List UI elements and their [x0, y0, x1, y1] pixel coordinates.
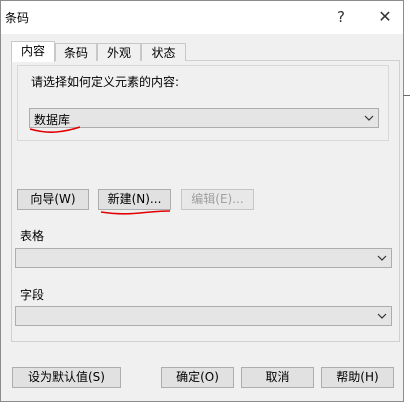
content-source-prompt: 请选择如何定义元素的内容: — [31, 75, 180, 89]
barcode-dialog: 条码 ? ✕ 内容 条码 外观 状态 请选择如何定义元素的内容: 数据库 向导(… — [0, 0, 404, 402]
window-title: 条码 — [5, 11, 30, 25]
wizard-button[interactable]: 向导(W) — [17, 189, 89, 210]
new-button[interactable]: 新建(N)... — [98, 189, 171, 210]
table-select[interactable] — [15, 248, 392, 268]
help-icon[interactable]: ? — [330, 6, 352, 28]
background-edge — [403, 95, 410, 96]
help-button[interactable]: 帮助(H) — [321, 367, 394, 388]
chevron-down-icon — [377, 255, 387, 261]
tab-content[interactable]: 内容 — [11, 41, 55, 62]
title-bar: 条码 ? ✕ — [1, 1, 403, 34]
content-source-value: 数据库 — [34, 113, 71, 127]
cancel-button[interactable]: 取消 — [241, 367, 314, 388]
field-label: 字段 — [20, 288, 45, 302]
chevron-down-icon — [377, 313, 387, 319]
tab-state[interactable]: 状态 — [141, 43, 186, 61]
field-select[interactable] — [15, 306, 392, 326]
tab-barcode[interactable]: 条码 — [55, 43, 97, 61]
table-label: 表格 — [20, 229, 45, 243]
set-default-button[interactable]: 设为默认值(S) — [12, 367, 121, 388]
content-source-select[interactable]: 数据库 — [29, 108, 379, 128]
ok-button[interactable]: 确定(O) — [161, 367, 234, 388]
close-icon[interactable]: ✕ — [374, 6, 396, 28]
tab-appearance[interactable]: 外观 — [97, 43, 141, 61]
edit-button[interactable]: 编辑(E)... — [181, 189, 254, 210]
chevron-down-icon — [364, 115, 374, 121]
